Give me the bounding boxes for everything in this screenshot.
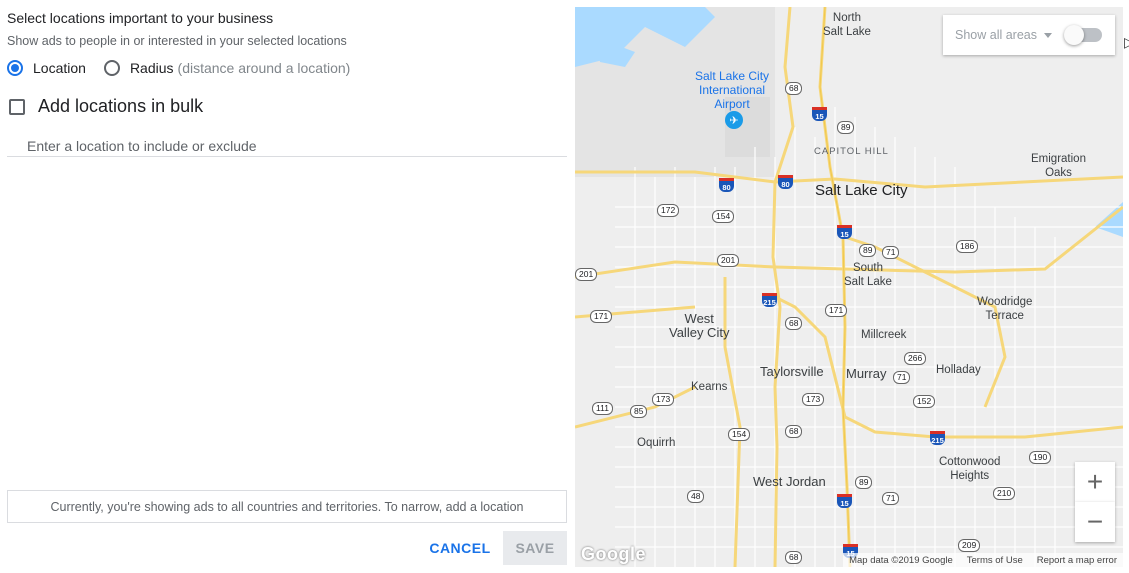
add-bulk-row[interactable]: Add locations in bulk bbox=[9, 96, 203, 117]
map-label-south-salt-lake: South Salt Lake bbox=[844, 261, 892, 289]
map-label-line: Salt Lake City bbox=[695, 69, 770, 83]
targeting-mode-group: Location Radius (distance around a locati… bbox=[7, 60, 368, 76]
map-label-west-jordan: West Jordan bbox=[753, 474, 826, 489]
radius-radio[interactable] bbox=[103, 60, 120, 76]
map-label-line: Heights bbox=[950, 470, 990, 482]
route-shield: 186 bbox=[956, 240, 979, 253]
route-shield: 89 bbox=[859, 244, 877, 257]
show-all-areas-control[interactable]: Show all areas bbox=[943, 15, 1115, 55]
add-bulk-label[interactable]: Add locations in bulk bbox=[38, 96, 203, 117]
map-label-taylorsville: Taylorsville bbox=[760, 364, 824, 379]
map-label-emigration-oaks: Emigration Oaks bbox=[1031, 152, 1086, 180]
airport-icon[interactable]: ✈ bbox=[725, 111, 743, 129]
map-label-line: Emigration bbox=[1031, 153, 1086, 165]
map-label-airport[interactable]: Salt Lake City International Airport bbox=[695, 69, 769, 111]
interstate-shield: 15 bbox=[812, 107, 827, 121]
route-shield: 71 bbox=[882, 246, 900, 259]
locations-panel: Select locations important to your busin… bbox=[0, 0, 575, 573]
interstate-shield: 215 bbox=[930, 431, 945, 445]
route-shield: 71 bbox=[893, 371, 911, 384]
targeting-notice: Currently, you're showing ads to all cou… bbox=[7, 490, 567, 523]
map-view[interactable]: ✈ North Salt Lake Salt Lake City Internati… bbox=[575, 7, 1123, 567]
map-label-line: Salt Lake bbox=[844, 276, 892, 288]
map-label-line: Valley City bbox=[669, 325, 730, 340]
radius-hint: (distance around a location) bbox=[177, 60, 351, 76]
route-shield: 210 bbox=[993, 487, 1016, 500]
show-all-areas-toggle[interactable] bbox=[1064, 25, 1102, 45]
route-shield: 154 bbox=[728, 428, 751, 441]
map-label-cottonwood-heights: Cottonwood Heights bbox=[939, 455, 1000, 483]
map-attribution: Map data ©2019 Google Terms of Use Repor… bbox=[843, 553, 1123, 567]
interstate-shield: 15 bbox=[837, 225, 852, 239]
interstate-shield: 215 bbox=[762, 293, 777, 307]
map-label-murray: Murray bbox=[846, 366, 887, 381]
zoom-in-button[interactable]: + bbox=[1075, 462, 1115, 502]
route-shield: 111 bbox=[592, 402, 613, 415]
map-label-holladay: Holladay bbox=[936, 364, 981, 376]
map-label-woodridge-terrace: Woodridge Terrace bbox=[977, 295, 1032, 323]
zoom-out-button[interactable]: − bbox=[1075, 502, 1115, 542]
chevron-down-icon[interactable] bbox=[1044, 32, 1052, 38]
map-label-line: Salt Lake bbox=[823, 26, 871, 38]
radius-radio-label[interactable]: Radius (distance around a location) bbox=[130, 60, 350, 76]
map-label-line: North bbox=[832, 12, 862, 24]
route-shield: 68 bbox=[785, 317, 803, 330]
panel-subtitle: Show ads to people in or interested in y… bbox=[7, 34, 347, 48]
google-logo: Google bbox=[581, 544, 646, 564]
map-label-line: Woodridge bbox=[977, 296, 1033, 308]
save-button[interactable]: SAVE bbox=[503, 531, 567, 565]
route-shield: 171 bbox=[590, 310, 613, 323]
map-label-line: Oaks bbox=[1045, 167, 1072, 179]
mouse-cursor-icon: ▷ bbox=[1124, 34, 1129, 51]
map-label-capitol-hill: CAPITOL HILL bbox=[814, 146, 889, 157]
map-label-line: West bbox=[684, 311, 714, 326]
route-shield: 68 bbox=[785, 82, 803, 95]
map-label-line: Cottonwood bbox=[939, 456, 1001, 468]
terms-of-use-link[interactable]: Terms of Use bbox=[967, 555, 1023, 566]
route-shield: 89 bbox=[837, 121, 855, 134]
map-label-line: South bbox=[852, 262, 883, 274]
route-shield: 71 bbox=[882, 492, 900, 505]
route-shield: 48 bbox=[687, 490, 705, 503]
panel-title: Select locations important to your busin… bbox=[7, 10, 274, 26]
map-label-line: Terrace bbox=[985, 310, 1024, 322]
map-label-millcreek: Millcreek bbox=[861, 329, 907, 341]
location-radio-label[interactable]: Location bbox=[33, 60, 86, 76]
route-shield: 172 bbox=[657, 204, 680, 217]
report-map-error-link[interactable]: Report a map error bbox=[1037, 555, 1117, 566]
map-label-kearns: Kearns bbox=[691, 381, 728, 393]
route-shield: 171 bbox=[825, 304, 848, 317]
route-shield: 190 bbox=[1029, 451, 1052, 464]
route-shield: 201 bbox=[717, 254, 740, 267]
route-shield: 173 bbox=[652, 393, 675, 406]
route-shield: 89 bbox=[855, 476, 873, 489]
location-search-input[interactable] bbox=[7, 137, 567, 157]
interstate-shield: 80 bbox=[778, 175, 793, 189]
map-label-line: International bbox=[699, 83, 766, 97]
map-label-oquirrh: Oquirrh bbox=[637, 437, 676, 449]
map-label-line: Airport bbox=[714, 97, 750, 111]
map-data-attribution: Map data ©2019 Google bbox=[849, 554, 953, 566]
radius-label-text: Radius bbox=[129, 60, 174, 76]
route-shield: 173 bbox=[802, 393, 825, 406]
add-bulk-checkbox[interactable] bbox=[9, 98, 25, 115]
show-all-areas-label[interactable]: Show all areas bbox=[955, 28, 1037, 42]
route-shield: 85 bbox=[630, 405, 648, 418]
route-shield: 201 bbox=[575, 268, 598, 281]
map-label-north-salt-lake: North Salt Lake bbox=[823, 11, 871, 39]
map-label-west-valley-city: West Valley City bbox=[669, 312, 729, 340]
interstate-shield: 15 bbox=[837, 494, 852, 508]
route-shield: 266 bbox=[904, 352, 927, 365]
location-radio[interactable] bbox=[7, 60, 23, 76]
route-shield: 152 bbox=[913, 395, 936, 408]
route-shield: 154 bbox=[712, 210, 735, 223]
cancel-button[interactable]: CANCEL bbox=[425, 531, 495, 565]
interstate-shield: 80 bbox=[719, 178, 734, 192]
route-shield: 68 bbox=[785, 425, 803, 438]
map-label-salt-lake-city: Salt Lake City bbox=[815, 182, 908, 199]
route-shield: 68 bbox=[785, 551, 803, 564]
route-shield: 209 bbox=[958, 539, 981, 552]
